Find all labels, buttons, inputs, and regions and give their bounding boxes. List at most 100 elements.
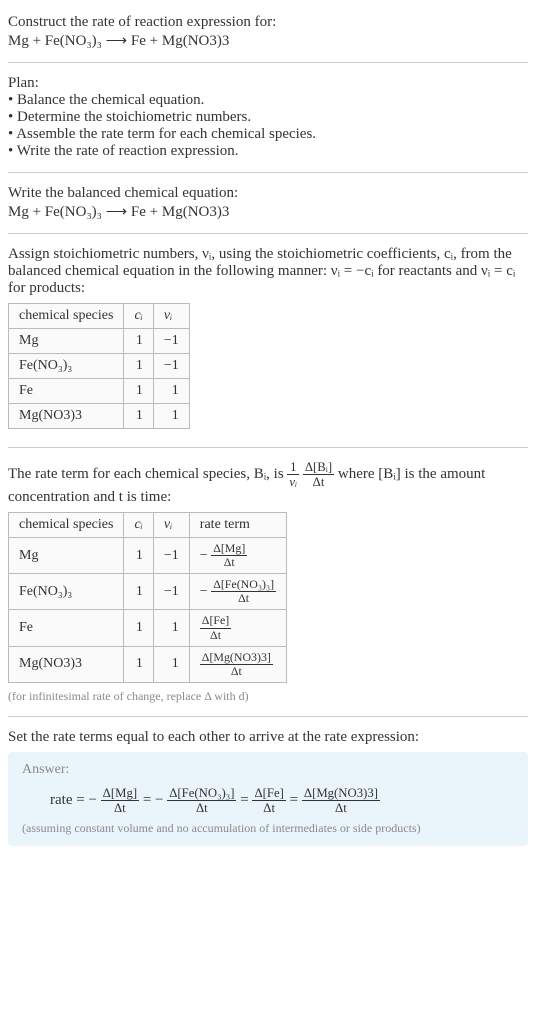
frac-den: Δt <box>200 665 273 678</box>
cell-v: −1 <box>153 354 189 379</box>
cell-rate: Δ[Fe]Δt <box>189 610 286 646</box>
col-v-label: νᵢ <box>164 517 172 532</box>
cell-rate: Δ[Mg(NO3)3]Δt <box>189 646 286 682</box>
plan-heading: Plan: <box>8 75 528 92</box>
cell-v: −1 <box>153 538 189 574</box>
table-row: Fe 1 1 Δ[Fe]Δt <box>9 610 287 646</box>
frac-den: νᵢ <box>287 475 299 489</box>
cell-species: Mg(NO3)3 <box>9 646 124 682</box>
cell-c: 1 <box>124 329 153 354</box>
table-header-row: chemical species cᵢ νᵢ <box>9 304 190 329</box>
cell-v: 1 <box>153 379 189 404</box>
balanced-section: Write the balanced chemical equation: Mg… <box>8 179 528 227</box>
frac-num: Δ[Fe] <box>252 786 285 801</box>
balanced-heading: Write the balanced chemical equation: <box>8 185 528 202</box>
plan-item: • Write the rate of reaction expression. <box>8 143 528 160</box>
plan-item-text: Write the rate of reaction expression. <box>17 143 239 159</box>
cell-c: 1 <box>124 610 153 646</box>
frac-den: Δt <box>211 592 276 605</box>
frac-den: Δt <box>167 801 236 815</box>
intro-title: Construct the rate of reaction expressio… <box>8 14 528 31</box>
frac-den: Δt <box>302 801 380 815</box>
rate-frac: Δ[Mg]Δt <box>211 542 247 569</box>
balanced-equation: Mg + Fe(NO₃)₃ ⟶ Fe + Mg(NO3)3 <box>8 202 528 221</box>
frac-num: Δ[Mg(NO3)3] <box>200 651 273 665</box>
answer-frac-4: Δ[Mg(NO3)3]Δt <box>302 786 380 815</box>
rate-frac: Δ[Fe]Δt <box>200 614 231 641</box>
cell-c: 1 <box>124 646 153 682</box>
table-row: Mg 1 −1 <box>9 329 190 354</box>
answer-frac-2: Δ[Fe(NO₃)₃]Δt <box>167 786 236 815</box>
cell-species: Fe(NO₃)₃ <box>9 354 124 379</box>
cell-v: 1 <box>153 646 189 682</box>
col-c: cᵢ <box>124 513 153 538</box>
neg-sign: − <box>200 548 211 563</box>
divider <box>8 62 528 63</box>
frac-num: Δ[Mg] <box>211 542 247 556</box>
final-section: Set the rate terms equal to each other t… <box>8 723 528 852</box>
cell-species: Fe <box>9 379 124 404</box>
table-header-row: chemical species cᵢ νᵢ rate term <box>9 513 287 538</box>
plan-item-text: Balance the chemical equation. <box>17 92 204 108</box>
cell-species: Mg <box>9 538 124 574</box>
cell-species: Fe <box>9 610 124 646</box>
cell-v: 1 <box>153 610 189 646</box>
plan-item: • Determine the stoichiometric numbers. <box>8 109 528 126</box>
col-c-label: cᵢ <box>134 308 142 323</box>
col-c: cᵢ <box>124 304 153 329</box>
answer-frac-1: Δ[Mg]Δt <box>101 786 139 815</box>
rate-term-section: The rate term for each chemical species,… <box>8 454 528 710</box>
divider <box>8 447 528 448</box>
col-species: chemical species <box>9 513 124 538</box>
cell-rate: − Δ[Mg]Δt <box>189 538 286 574</box>
answer-eq: = − <box>143 792 167 808</box>
col-rate: rate term <box>189 513 286 538</box>
frac-den: Δt <box>101 801 139 815</box>
infinitesimal-note: (for infinitesimal rate of change, repla… <box>8 689 528 704</box>
answer-eq: = <box>240 792 252 808</box>
table-row: Mg(NO3)3 1 1 Δ[Mg(NO3)3]Δt <box>9 646 287 682</box>
answer-box: Answer: rate = − Δ[Mg]Δt = − Δ[Fe(NO₃)₃]… <box>8 752 528 846</box>
neg-sign: − <box>200 584 211 599</box>
answer-frac-3: Δ[Fe]Δt <box>252 786 285 815</box>
col-v-label: νᵢ <box>164 308 172 323</box>
stoich-section: Assign stoichiometric numbers, νᵢ, using… <box>8 240 528 441</box>
table-row: Fe(NO₃)₃ 1 −1 <box>9 354 190 379</box>
cell-c: 1 <box>124 574 153 610</box>
divider <box>8 233 528 234</box>
rate-intro: The rate term for each chemical species,… <box>8 460 528 506</box>
cell-v: −1 <box>153 574 189 610</box>
frac-den: Δt <box>200 629 231 642</box>
cell-species: Mg(NO3)3 <box>9 404 124 429</box>
frac-num: Δ[Bᵢ] <box>303 460 334 475</box>
final-heading: Set the rate terms equal to each other t… <box>8 729 528 746</box>
plan-item-text: Assemble the rate term for each chemical… <box>16 126 316 142</box>
cell-v: 1 <box>153 404 189 429</box>
divider <box>8 172 528 173</box>
cell-c: 1 <box>124 354 153 379</box>
frac-num: Δ[Mg] <box>101 786 139 801</box>
frac-num: Δ[Mg(NO3)3] <box>302 786 380 801</box>
rate-frac: Δ[Mg(NO3)3]Δt <box>200 651 273 678</box>
cell-v: −1 <box>153 329 189 354</box>
cell-c: 1 <box>124 379 153 404</box>
answer-note: (assuming constant volume and no accumul… <box>22 821 514 836</box>
table-row: Mg 1 −1 − Δ[Mg]Δt <box>9 538 287 574</box>
plan-section: Plan: • Balance the chemical equation. •… <box>8 69 528 166</box>
frac-den: Δt <box>211 556 247 569</box>
answer-label: Answer: <box>22 762 514 778</box>
answer-expression: rate = − Δ[Mg]Δt = − Δ[Fe(NO₃)₃]Δt = Δ[F… <box>22 786 514 815</box>
intro-equation: Mg + Fe(NO₃)₃ ⟶ Fe + Mg(NO3)3 <box>8 31 528 50</box>
col-v: νᵢ <box>153 304 189 329</box>
stoich-table: chemical species cᵢ νᵢ Mg 1 −1 Fe(NO₃)₃ … <box>8 303 190 429</box>
stoich-intro: Assign stoichiometric numbers, νᵢ, using… <box>8 246 528 297</box>
rate-table: chemical species cᵢ νᵢ rate term Mg 1 −1… <box>8 512 287 683</box>
frac-num: Δ[Fe(NO₃)₃] <box>167 786 236 801</box>
frac-den: Δt <box>252 801 285 815</box>
table-row: Mg(NO3)3 1 1 <box>9 404 190 429</box>
cell-species: Mg <box>9 329 124 354</box>
frac-num: Δ[Fe] <box>200 614 231 628</box>
frac-den: Δt <box>303 475 334 489</box>
rate-frac-2: Δ[Bᵢ] Δt <box>303 460 334 489</box>
intro-section: Construct the rate of reaction expressio… <box>8 8 528 56</box>
